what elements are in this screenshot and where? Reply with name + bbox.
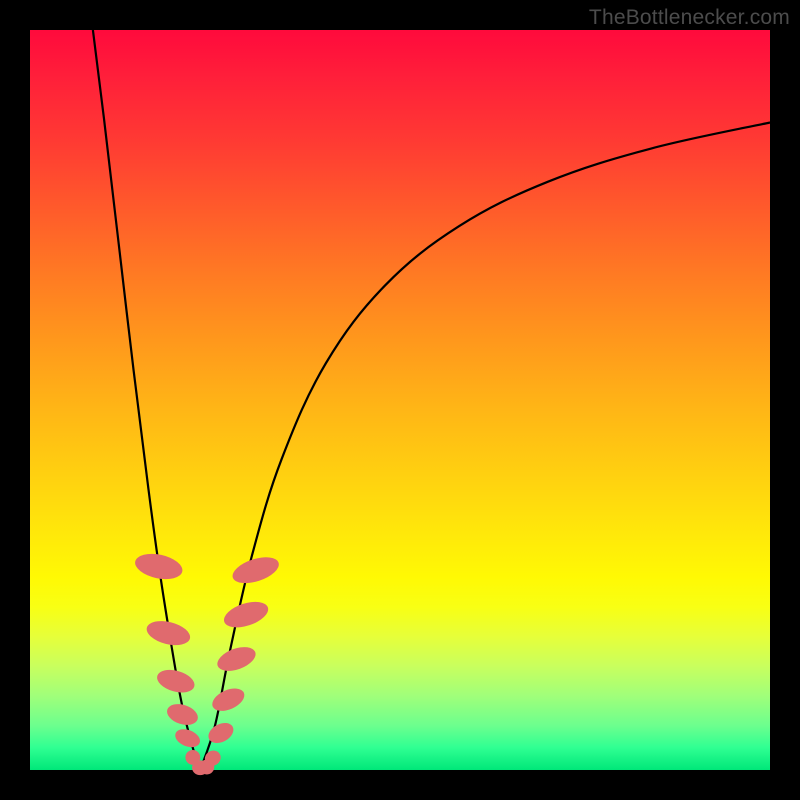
bead-10 xyxy=(209,684,248,715)
chart-plot-area xyxy=(30,30,770,770)
chart-beads xyxy=(133,550,282,775)
bead-11 xyxy=(214,642,259,675)
bead-3 xyxy=(164,700,200,728)
watermark-text: TheBottlenecker.com xyxy=(589,6,790,30)
curve-left-branch xyxy=(93,30,200,770)
chart-curves xyxy=(93,30,770,770)
chart-frame: TheBottlenecker.com xyxy=(0,0,800,800)
bead-13 xyxy=(229,552,282,588)
bead-1 xyxy=(144,617,192,649)
chart-svg xyxy=(30,30,770,770)
bead-12 xyxy=(221,597,271,632)
bead-0 xyxy=(133,550,185,583)
curve-right-branch xyxy=(200,123,770,771)
